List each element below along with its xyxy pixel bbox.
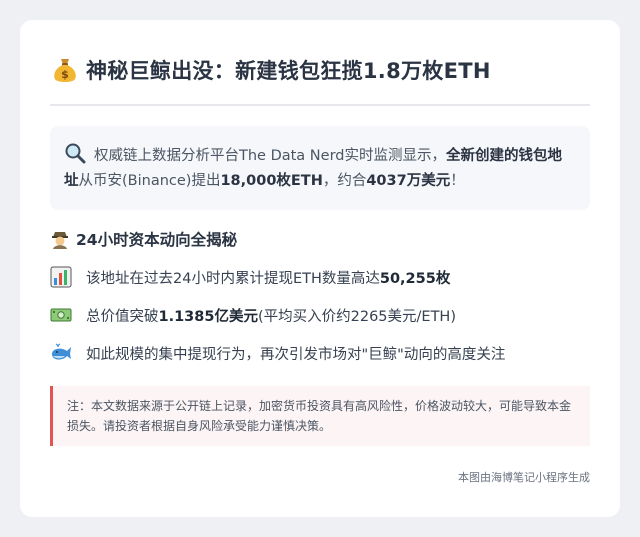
section-title: 24小时资本动向全揭秘	[50, 228, 590, 250]
detective-icon	[52, 232, 68, 249]
highlight-bold-2: 18,000枚ETH	[220, 173, 323, 189]
bullet-2-bold: 1.1385亿美元	[158, 308, 258, 325]
banknote-icon	[50, 308, 72, 322]
article-card: $ 神秘巨鲸出没：新建钱包狂揽1.8万枚ETH 权威链上数据分析平台The Da…	[20, 20, 620, 517]
whale-icon	[52, 343, 71, 360]
magnifier-icon	[65, 143, 86, 164]
disclaimer-note: 注：本文数据来源于公开链上记录，加密货币投资具有高风险性，价格波动较大，可能导致…	[50, 386, 590, 446]
highlight-text-3: ，约合	[322, 173, 367, 189]
list-item: 总价值突破1.1385亿美元(平均买入价约2265美元/ETH)	[50, 304, 590, 326]
bullet-2-tail: (平均买入价约2265美元/ETH)	[257, 308, 456, 325]
footer-credit: 本图由海博笔记小程序生成	[458, 471, 590, 484]
highlight-box: 权威链上数据分析平台The Data Nerd实时监测显示，全新创建的钱包地址从…	[50, 126, 590, 210]
bar-chart-icon	[50, 266, 72, 288]
bullet-2-text: 总价值突破	[86, 308, 159, 325]
section-title-text: 24小时资本动向全揭秘	[76, 231, 238, 249]
bullet-3-text: 如此规模的集中提现行为，再次引发市场对"巨鲸"动向的高度关注	[86, 346, 506, 363]
list-item: 如此规模的集中提现行为，再次引发市场对"巨鲸"动向的高度关注	[50, 342, 590, 364]
page-title: 神秘巨鲸出没：新建钱包狂揽1.8万枚ETH	[86, 59, 491, 83]
highlight-text-1: 权威链上数据分析平台The Data Nerd实时监测显示，	[94, 148, 446, 164]
svg-text:$: $	[61, 68, 69, 81]
title-row: $ 神秘巨鲸出没：新建钱包狂揽1.8万枚ETH	[50, 50, 590, 106]
bullet-1-bold: 50,255枚	[379, 270, 451, 287]
money-bag-icon: $	[54, 59, 76, 82]
bullet-1-text: 该地址在过去24小时内累计提现ETH数量高达	[86, 270, 380, 287]
highlight-text-2: 从币安(Binance)提出	[78, 173, 221, 189]
highlight-text-4: ！	[450, 173, 465, 189]
highlight-bold-3: 4037万美元	[366, 173, 451, 189]
list-item: 该地址在过去24小时内累计提现ETH数量高达50,255枚	[50, 266, 590, 288]
